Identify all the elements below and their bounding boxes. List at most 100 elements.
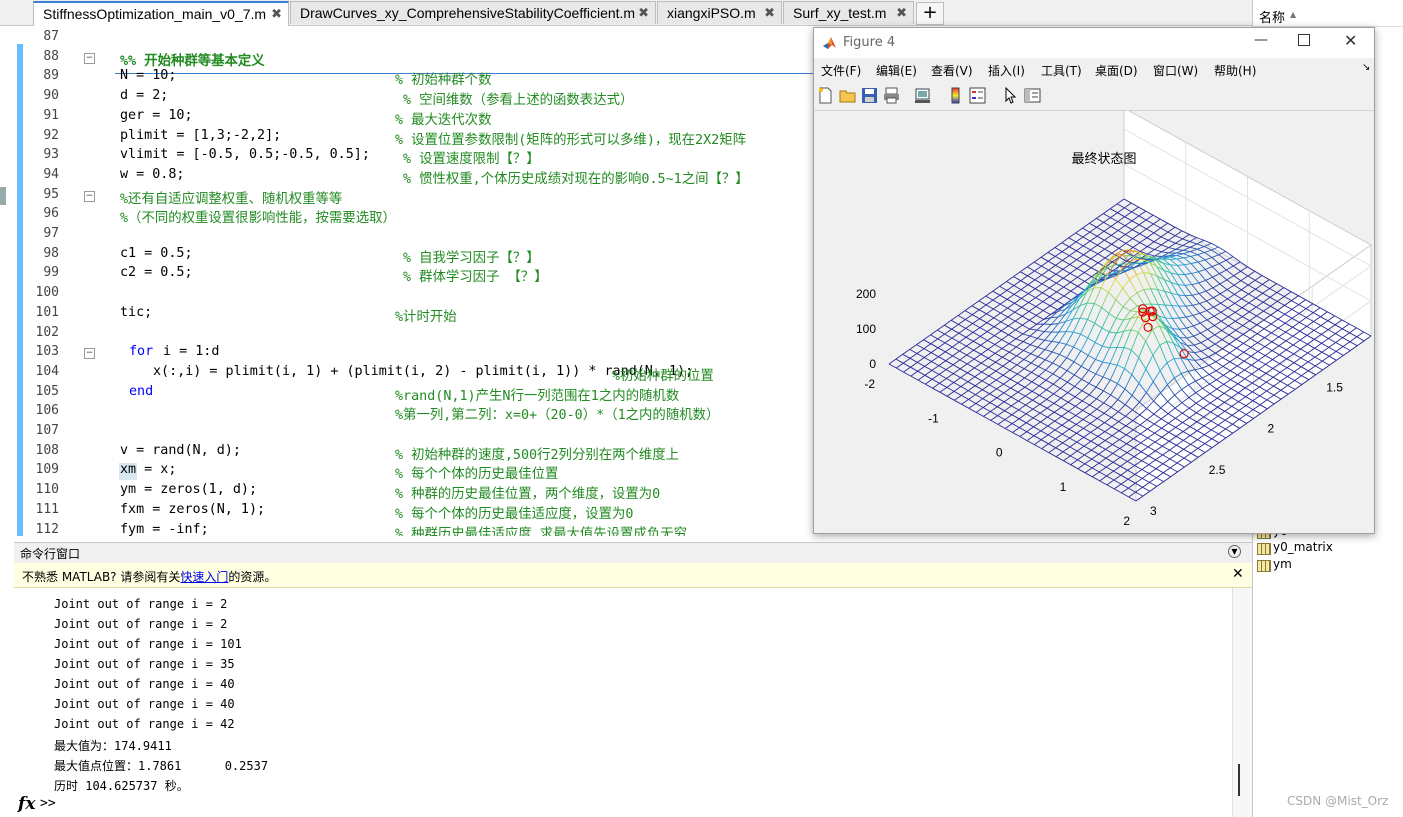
mesh-line [1034, 279, 1043, 285]
colorbar-icon[interactable] [947, 87, 964, 104]
menu-window[interactable]: 窗口(W) [1153, 62, 1198, 79]
mesh-line [1074, 390, 1083, 398]
mesh-line [1070, 464, 1079, 470]
mesh-line [1131, 215, 1140, 222]
minimize-button[interactable]: — [1254, 32, 1268, 48]
mesh-line [931, 365, 940, 371]
mesh-line [1178, 294, 1186, 307]
mesh-line [978, 304, 987, 311]
tab-stiffness-optimization[interactable]: StiffnessOptimization_main_v0_7.m ✖ [33, 1, 289, 26]
mesh-line [1120, 474, 1129, 480]
mesh-line [1227, 307, 1236, 313]
close-icon[interactable]: ✖ [638, 2, 649, 24]
mesh-line [1003, 392, 1012, 398]
mesh-line [1190, 251, 1198, 256]
mesh-line [1118, 430, 1127, 436]
mesh-line [1044, 351, 1053, 361]
mesh-line [1030, 344, 1038, 348]
mesh-line [1137, 331, 1146, 342]
new-file-icon[interactable] [817, 87, 834, 104]
close-icon[interactable]: ✖ [764, 2, 775, 24]
mesh-line [1143, 272, 1151, 274]
y-tick-label: -1 [928, 411, 939, 425]
chevron-down-icon[interactable]: ▼ [1228, 545, 1241, 558]
mesh-line [1070, 277, 1078, 283]
splitter-handle[interactable] [0, 187, 6, 205]
fold-toggle-icon[interactable]: − [84, 348, 95, 360]
menu-file[interactable]: 文件(F) [821, 62, 861, 79]
mesh-line [1025, 408, 1034, 415]
mesh-line [1052, 354, 1060, 364]
mesh-line [1051, 342, 1060, 353]
mesh-line [1110, 221, 1119, 227]
mesh-line [1109, 332, 1117, 348]
mesh-line [1108, 318, 1117, 333]
mesh-line [1122, 298, 1131, 308]
plot-area[interactable]: 最终状态图2001000-2-101211.522.53 [814, 107, 1392, 532]
workspace-header[interactable]: 名称 ▲ [1253, 4, 1403, 27]
mesh-line [1014, 311, 1023, 317]
mesh-line [1104, 239, 1112, 245]
menu-desktop[interactable]: 桌面(D) [1095, 62, 1138, 79]
command-window-scrollbar[interactable] [1232, 588, 1253, 817]
mesh-line [1108, 313, 1117, 319]
mesh-line [1070, 459, 1078, 466]
mesh-line [1248, 293, 1257, 299]
mesh-line [1187, 359, 1196, 371]
close-icon[interactable]: ✕ [1232, 566, 1244, 582]
fold-toggle-icon[interactable]: − [84, 52, 95, 64]
mesh-line [1091, 449, 1099, 455]
mesh-line [1075, 232, 1084, 238]
mesh-line [1113, 465, 1121, 472]
menu-edit[interactable]: 编辑(E) [876, 62, 917, 79]
menu-view[interactable]: 查看(V) [931, 62, 973, 79]
property-editor-icon[interactable] [1024, 87, 1041, 104]
mesh-line [1103, 226, 1112, 232]
mesh-line [1036, 331, 1045, 339]
command-prompt[interactable]: >> [40, 796, 56, 811]
close-icon[interactable]: ✖ [271, 3, 282, 25]
mesh-line [1153, 236, 1162, 243]
mesh-line [958, 319, 966, 325]
scrollbar-thumb[interactable] [1238, 764, 1240, 796]
mesh-line [973, 349, 982, 355]
link-icon[interactable] [914, 87, 931, 104]
pointer-icon[interactable] [1002, 87, 1019, 104]
fold-toggle-icon[interactable]: − [84, 190, 95, 202]
save-icon[interactable] [861, 87, 878, 104]
mesh-line [917, 366, 925, 372]
quick-start-link[interactable]: 快速入门 [180, 570, 228, 584]
mesh-line [1168, 235, 1176, 241]
tab-drawcurves[interactable]: DrawCurves_xy_ComprehensiveStabilityCoef… [290, 1, 656, 24]
mesh-line [952, 341, 960, 348]
mesh-line [1083, 436, 1092, 442]
mesh-line [1053, 403, 1062, 408]
menu-help[interactable]: 帮助(H) [1214, 62, 1256, 79]
maximize-button[interactable] [1298, 34, 1310, 46]
mesh-line [972, 332, 981, 337]
mesh-line [1101, 292, 1110, 308]
close-button[interactable]: ✕ [1344, 31, 1357, 50]
tab-xiangxipso[interactable]: xiangxiPSO.m ✖ [657, 1, 782, 24]
close-icon[interactable]: ✖ [896, 2, 907, 24]
command-window-output[interactable]: Joint out of range i = 2 Joint out of ran… [14, 588, 1232, 817]
figure-window[interactable]: Figure 4 — ✕ 文件(F) 编辑(E) 查看(V) 插入(I) 工具(… [813, 27, 1392, 534]
tab-surf-xy-test[interactable]: Surf_xy_test.m ✖ [783, 1, 914, 24]
mesh-line [946, 378, 954, 383]
mesh-line [937, 324, 945, 331]
print-icon[interactable] [883, 87, 900, 104]
add-tab-button[interactable]: + [916, 2, 944, 25]
mesh-line [1218, 263, 1227, 271]
mesh-line [1062, 451, 1071, 457]
mesh-line [1124, 220, 1133, 226]
figure-title-bar[interactable]: Figure 4 — ✕ [814, 28, 1374, 58]
menu-tools[interactable]: 工具(T) [1041, 62, 1082, 79]
mesh-line [1117, 216, 1125, 222]
menu-insert[interactable]: 插入(I) [988, 62, 1025, 79]
open-file-icon[interactable] [839, 87, 856, 104]
legend-icon[interactable] [969, 87, 986, 104]
line-number: 100 [35, 285, 59, 301]
dock-arrow-icon[interactable]: ↘ [1362, 62, 1370, 73]
line-number: 89 [43, 68, 59, 84]
mesh-line [1198, 282, 1207, 292]
